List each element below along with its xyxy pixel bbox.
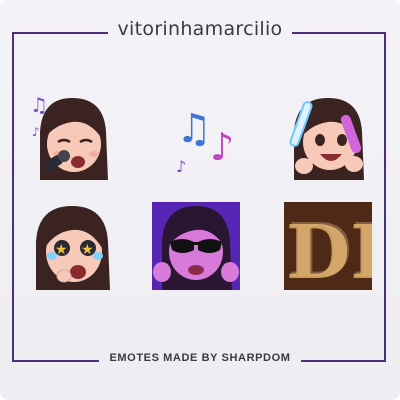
svg-text:♫: ♫ xyxy=(30,93,48,117)
emote-music-notes: ♫ ♪ ♪ xyxy=(166,92,254,180)
emote-singing: ♫ ♪ xyxy=(28,92,116,180)
emote-starry-eyes: ★ ★ xyxy=(28,202,116,290)
svg-text:♫: ♫ xyxy=(176,106,212,152)
svg-text:♪: ♪ xyxy=(210,125,234,169)
channel-title-text: vitorinhamarcilio xyxy=(107,18,293,40)
footer-credit-text: EMOTES MADE BY SHARPDOM xyxy=(99,352,301,364)
music-notes-image: ♫ ♪ ♪ xyxy=(176,106,234,176)
channel-title: vitorinhamarcilio xyxy=(0,18,400,40)
svg-text:DI: DI xyxy=(288,208,372,290)
footer-credit: EMOTES MADE BY SHARPDOM xyxy=(0,352,400,364)
svg-text:♪: ♪ xyxy=(176,157,186,176)
emote-frame xyxy=(12,32,386,362)
emote-sheet-card: vitorinhamarcilio ♫ ♪ ♫ ♪ ♪ ★ ★ DI DI EM… xyxy=(0,0,400,400)
glowstick-emote-image xyxy=(289,98,364,180)
svg-text:★: ★ xyxy=(81,242,94,258)
singing-emote-image: ♫ ♪ xyxy=(30,93,108,180)
emote-sunglasses xyxy=(152,202,240,290)
letter-d-emote-image: DI DI xyxy=(284,202,372,290)
svg-text:♪: ♪ xyxy=(32,125,40,139)
sunglasses-emote-image xyxy=(152,202,240,290)
emote-letter-d: DI DI xyxy=(284,202,372,290)
emote-glowstick xyxy=(284,92,372,180)
starry-eyes-emote-image: ★ ★ xyxy=(36,206,110,290)
